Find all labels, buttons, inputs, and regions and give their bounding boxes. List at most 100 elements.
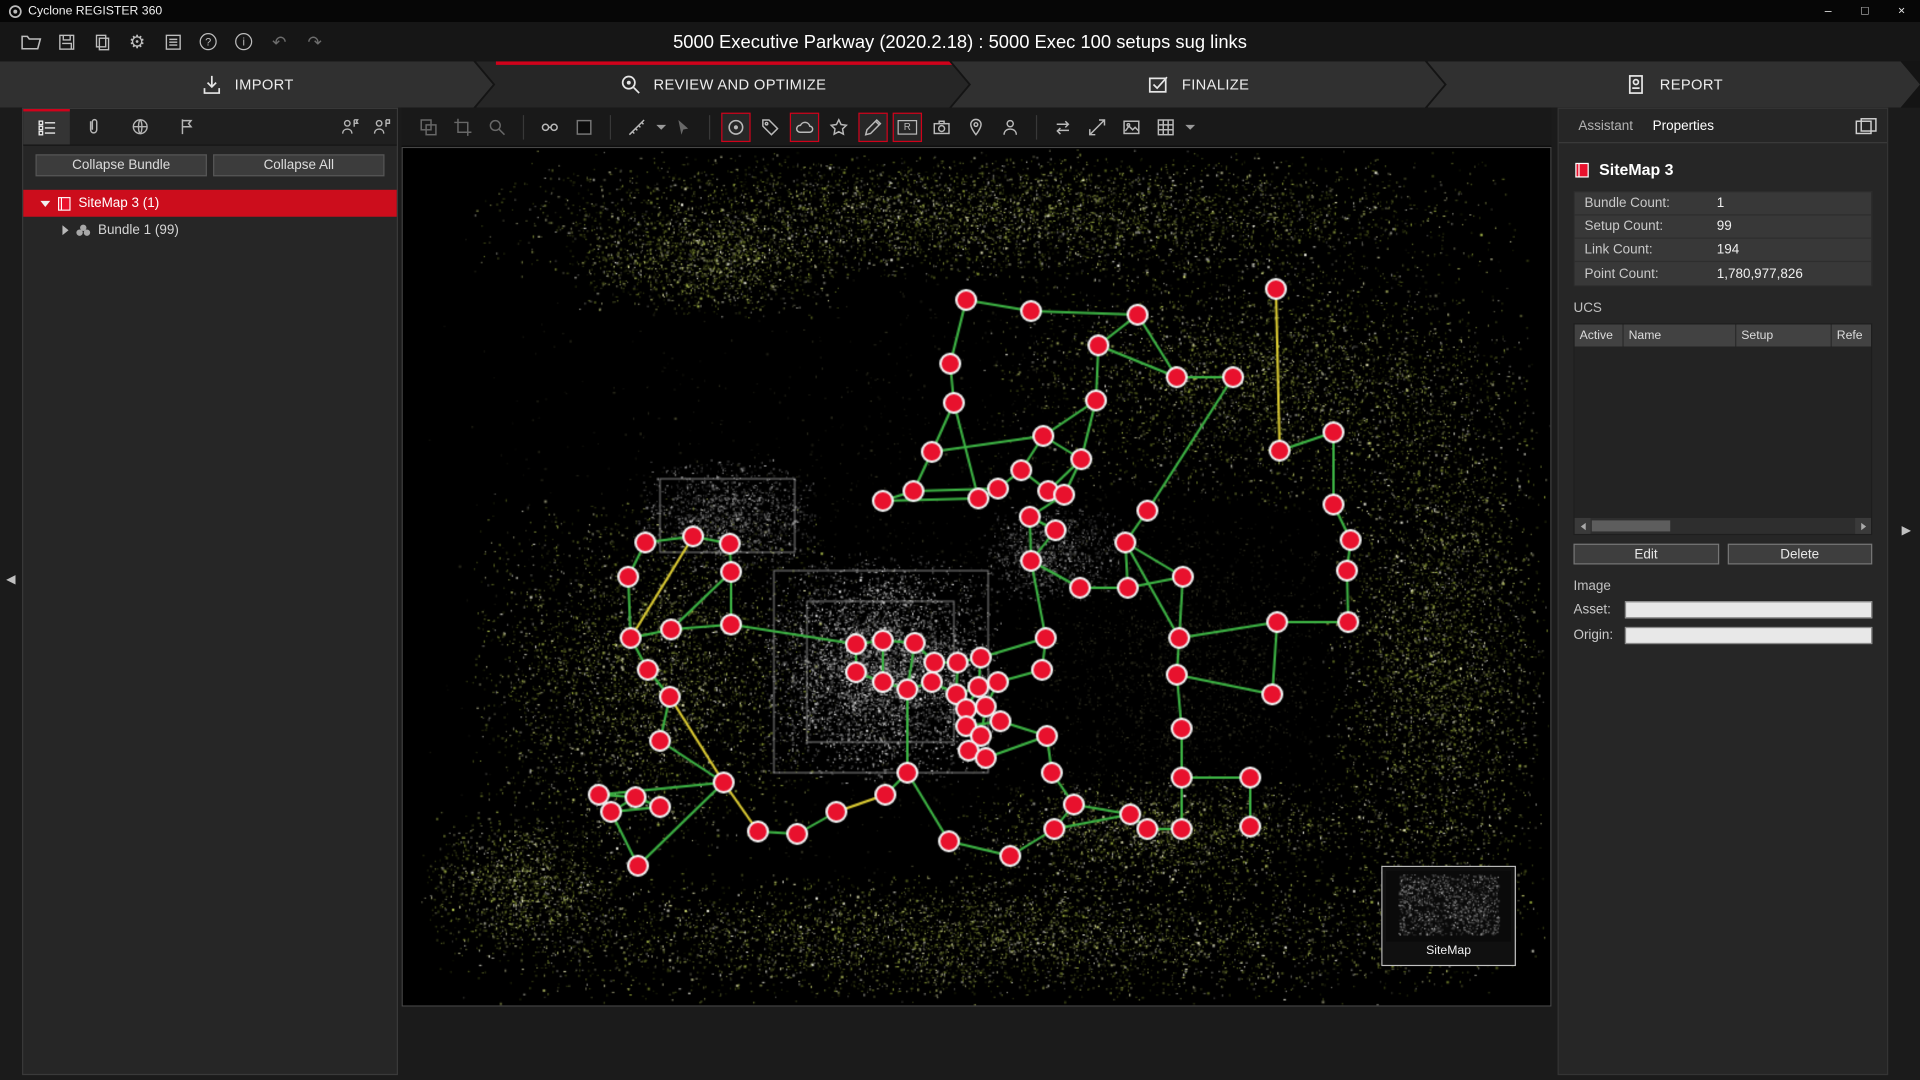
tab-attachments[interactable] [70,109,117,145]
help-button[interactable]: ? [192,27,224,56]
close-button[interactable]: × [1883,0,1920,22]
settings-button[interactable]: ⚙ [121,27,153,56]
minimize-button[interactable]: – [1810,0,1847,22]
app-title: Cyclone REGISTER 360 [28,4,162,17]
grid-dropdown-caret[interactable] [1185,124,1195,129]
tab-flags[interactable] [163,109,210,145]
expand-right-panel-arrow[interactable]: ▶ [1902,524,1911,537]
sitemap-overview-thumbnail [1386,871,1511,942]
workflow-tab-bar: IMPORT REVIEW AND OPTIMIZE FINALIZE REPO… [0,61,1920,108]
fit-view-tool[interactable] [1082,112,1111,141]
measure-dropdown-caret[interactable] [656,124,666,129]
tab-finalize[interactable]: FINALIZE [951,61,1444,108]
zoom-region-tool[interactable] [482,112,511,141]
tab-assistant[interactable]: Assistant [1569,111,1643,140]
ucs-column-reference[interactable]: Refe [1832,324,1871,346]
pick-point-tool[interactable] [669,112,698,141]
sitemap-viewport[interactable]: SiteMap [402,147,1552,1007]
multi-select-icon [419,117,439,137]
toolbar-separator [709,114,710,138]
tab-import[interactable]: IMPORT [0,61,493,108]
asset-input[interactable] [1625,601,1872,618]
assign-control-tool[interactable] [996,112,1025,141]
ucs-horizontal-scrollbar[interactable] [1575,518,1871,534]
tab-label: IMPORT [235,76,294,93]
ucs-delete-button[interactable]: Delete [1727,544,1872,565]
app-window: Cyclone REGISTER 360 – □ × ⚙ ? i ↶ [0,0,1920,1080]
sitemap-icon [1573,161,1590,178]
tree-item-sitemap[interactable]: SiteMap 3 (1) [23,190,396,217]
show-labels-toggle[interactable] [756,112,785,141]
tab-project-tree[interactable] [23,109,70,145]
show-setups-toggle[interactable] [721,112,750,141]
assign-setup-tool[interactable] [334,113,363,141]
log-button[interactable] [157,27,189,56]
crop-tool[interactable] [448,112,477,141]
ucs-edit-button[interactable]: Edit [1573,544,1718,565]
ucs-column-setup[interactable]: Setup [1736,324,1832,346]
tab-review-and-optimize[interactable]: REVIEW AND OPTIMIZE [476,61,969,108]
undo-button[interactable]: ↶ [263,27,295,56]
swap-setups-tool[interactable] [1048,112,1077,141]
scrollbar-track[interactable] [1591,518,1855,534]
show-cloud-toggle[interactable] [790,112,819,141]
duplicate-button[interactable] [86,27,118,56]
background-image-tool[interactable] [1117,112,1146,141]
tab-properties[interactable]: Properties [1643,111,1724,140]
show-images-toggle[interactable]: R [893,112,922,141]
swap-arrows-icon [1053,117,1073,137]
window-controls: – □ × [1810,0,1920,22]
scrollbar-thumb[interactable] [1592,520,1670,531]
cloud-display-tool[interactable] [569,112,598,141]
properties-panel: Assistant Properties SiteMap 3 Bundle Co… [1558,108,1889,1075]
collapse-left-panel-arrow[interactable]: ◀ [6,573,15,586]
redo-button[interactable]: ↷ [299,27,331,56]
link-view-tool[interactable] [535,112,564,141]
ucs-column-name[interactable]: Name [1624,324,1737,346]
image-section-label: Image [1573,579,1872,594]
pointcloud-canvas[interactable] [403,148,1550,1005]
help-icon: ? [200,33,217,50]
scroll-right-button[interactable] [1855,518,1871,534]
expander-closed-icon[interactable] [62,225,68,235]
ucs-table: Active Name Setup Refe [1573,323,1872,535]
tab-report[interactable]: REPORT [1427,61,1920,108]
about-button[interactable]: i [228,27,260,56]
review-optimize-icon [618,72,642,96]
grid-options-tool[interactable] [1151,112,1180,141]
ucs-table-body[interactable] [1575,347,1871,518]
pages-icon [92,32,110,50]
maximize-button[interactable]: □ [1847,0,1884,22]
tree-list-icon [37,120,55,136]
expand-icon [1087,117,1107,137]
ucs-column-active[interactable]: Active [1575,324,1624,346]
remove-setup-tool[interactable] [366,113,395,141]
crop-icon [453,117,473,137]
panel-layout-button[interactable] [1855,117,1877,134]
sitemap-overview-box[interactable]: SiteMap [1381,866,1516,966]
geotag-tool[interactable] [961,112,990,141]
tab-web[interactable] [116,109,163,145]
origin-input[interactable] [1625,627,1872,644]
draw-links-tool[interactable] [858,112,887,141]
expander-open-icon[interactable] [40,200,50,206]
multi-select-tool[interactable] [414,112,443,141]
tree-item-bundle[interactable]: Bundle 1 (99) [23,217,396,244]
image-origin-row: Origin: [1573,627,1872,644]
ucs-buttons: Edit Delete [1573,544,1872,565]
open-project-button[interactable] [15,27,47,56]
property-value: 1 [1717,196,1725,211]
scroll-left-button[interactable] [1575,518,1591,534]
asset-label: Asset: [1573,602,1624,617]
measure-tool[interactable] [622,112,651,141]
collapse-bundle-button[interactable]: Collapse Bundle [36,154,207,176]
info-icon: i [235,33,252,50]
collapse-all-button[interactable]: Collapse All [213,154,384,176]
camera-tool[interactable] [927,112,956,141]
tab-label: FINALIZE [1182,76,1249,93]
image-asset-row: Asset: [1573,601,1872,618]
location-pin-icon [966,117,986,137]
save-project-button[interactable] [50,27,82,56]
tab-label: REPORT [1660,76,1723,93]
show-favorites-toggle[interactable] [824,112,853,141]
